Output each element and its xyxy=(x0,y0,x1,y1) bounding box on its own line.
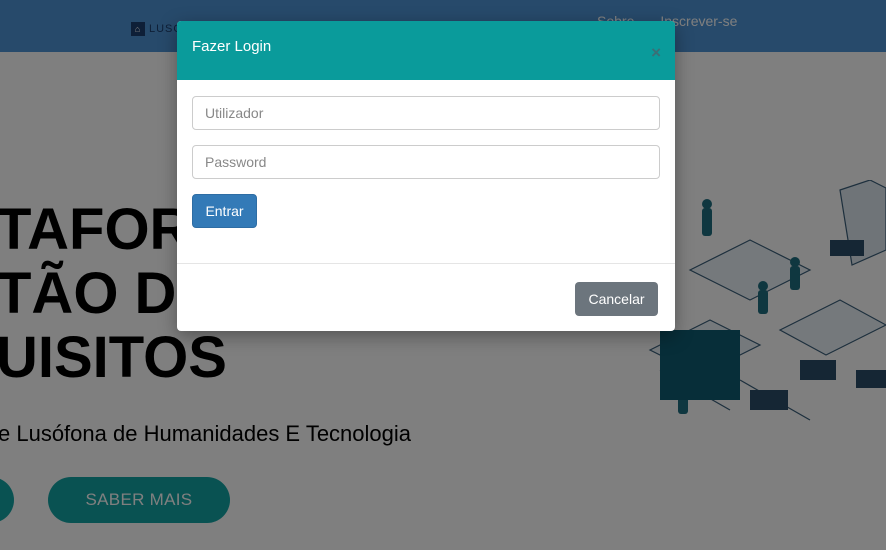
cancel-button[interactable]: Cancelar xyxy=(575,282,658,316)
login-modal: Fazer Login × Entrar Cancelar xyxy=(177,21,675,331)
login-submit-button[interactable]: Entrar xyxy=(192,194,257,228)
modal-body: Entrar xyxy=(177,80,675,264)
close-icon[interactable]: × xyxy=(651,44,661,61)
modal-footer: Cancelar xyxy=(177,264,675,331)
username-input[interactable] xyxy=(192,96,660,130)
password-input[interactable] xyxy=(192,145,660,179)
modal-title: Fazer Login xyxy=(192,38,272,55)
modal-header: Fazer Login × xyxy=(177,21,675,80)
